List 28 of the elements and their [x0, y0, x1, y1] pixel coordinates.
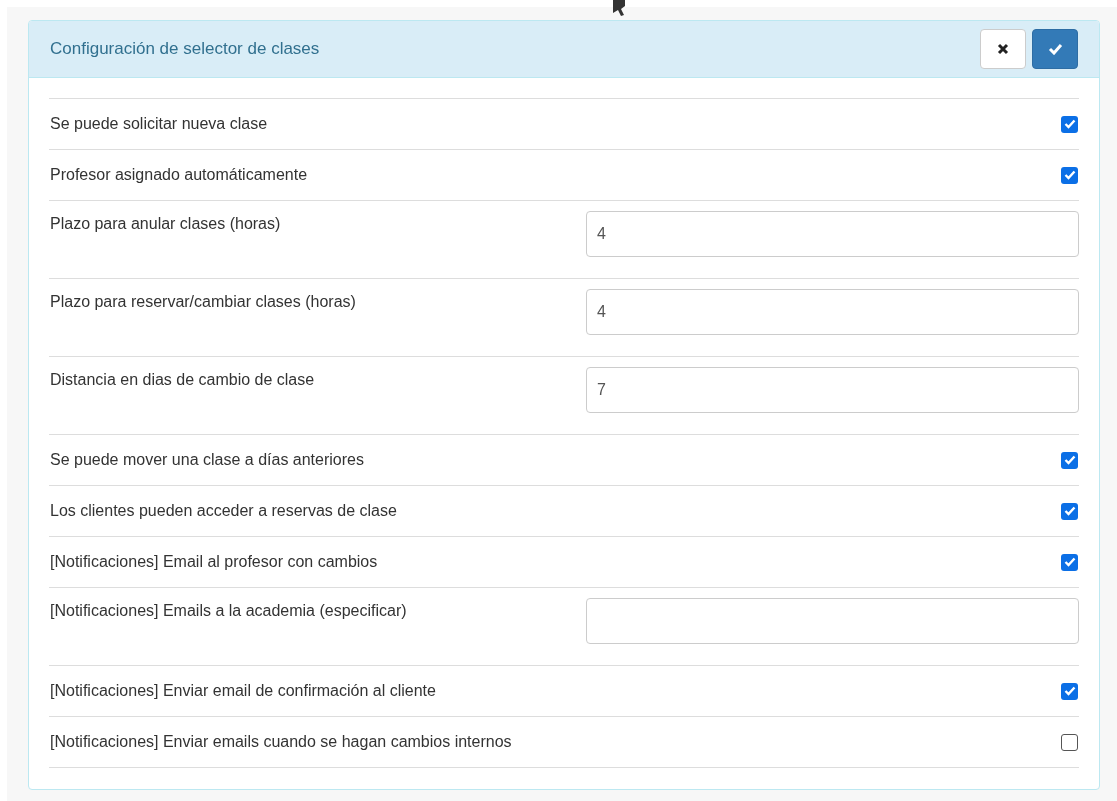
input-field[interactable]: 4 [586, 289, 1079, 335]
panel-title: Configuración de selector de clases [50, 39, 320, 59]
checkbox[interactable] [1061, 553, 1078, 571]
checkbox[interactable] [1061, 166, 1078, 184]
confirm-button[interactable] [1032, 29, 1078, 69]
setting-label: Plazo para reservar/cambiar clases (horas) [50, 293, 356, 311]
checkbox[interactable] [1061, 451, 1078, 469]
setting-label: [Notificaciones] Email al profesor con cambios [50, 553, 378, 571]
setting-label: Plazo para anular clases (horas) [50, 215, 281, 233]
checkbox[interactable] [1061, 682, 1078, 700]
close-icon [997, 43, 1009, 55]
setting-label: Se puede solicitar nueva clase [50, 115, 268, 133]
cursor-icon [612, 0, 626, 16]
check-icon [1047, 43, 1063, 55]
checkbox[interactable] [1061, 733, 1078, 751]
checkbox[interactable] [1061, 115, 1078, 133]
setting-label: [Notificaciones] Enviar emails cuando se hagan cambios internos [50, 733, 512, 751]
setting-label: Los clientes pueden acceder a reservas de clase [50, 502, 397, 520]
input-field[interactable]: 4 [586, 211, 1079, 257]
input-field[interactable]: 7 [586, 367, 1079, 413]
setting-label: Profesor asignado automáticamente [50, 166, 308, 184]
setting-label: [Notificaciones] Enviar email de confirmación al cliente [50, 682, 436, 700]
setting-label: [Notificaciones] Emails a la academia (especificar) [50, 602, 407, 620]
setting-label: Se puede mover una clase a días anteriores [50, 451, 364, 469]
checkbox[interactable] [1061, 502, 1078, 520]
cancel-button[interactable] [980, 29, 1026, 69]
setting-label: Distancia en dias de cambio de clase [50, 371, 315, 389]
input-field[interactable] [586, 598, 1079, 644]
